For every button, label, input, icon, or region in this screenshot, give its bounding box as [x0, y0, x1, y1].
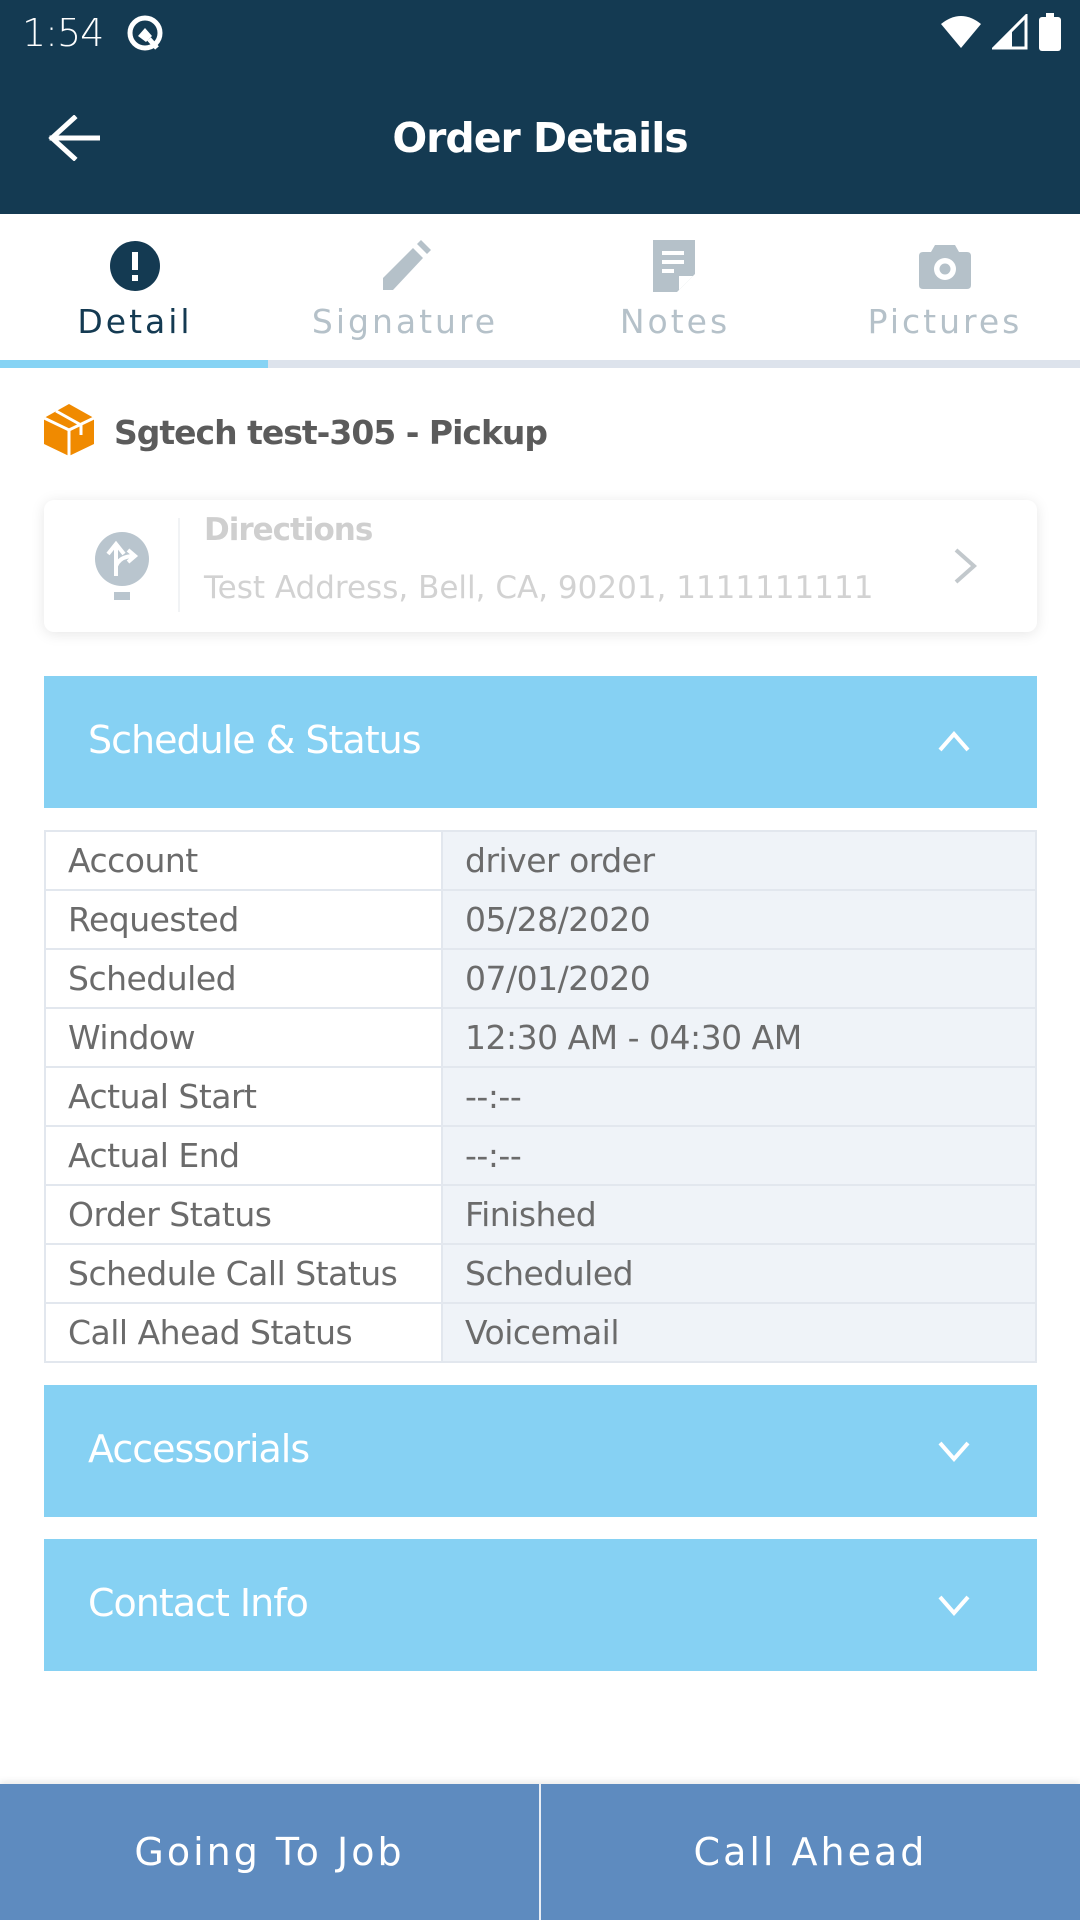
row-value: 05/28/2020 — [441, 889, 1037, 950]
row-value: Scheduled — [441, 1243, 1037, 1304]
row-label: Window — [44, 1007, 443, 1068]
section-contact-info[interactable]: Contact Info — [44, 1539, 1037, 1671]
row-value: Finished — [441, 1184, 1037, 1245]
tab-bar: Detail Signature Notes Pictures — [0, 214, 1080, 368]
table-row: Requested 05/28/2020 — [44, 889, 1037, 950]
tab-pictures[interactable]: Pictures — [810, 214, 1080, 360]
table-row: Call Ahead Status Voicemail — [44, 1302, 1037, 1363]
row-value: 12:30 AM - 04:30 AM — [441, 1007, 1037, 1068]
cell-signal-icon — [990, 11, 1028, 55]
order-header: Sgtech test-305 - Pickup — [43, 403, 548, 461]
table-row: Order Status Finished — [44, 1184, 1037, 1245]
chevron-right-icon — [950, 546, 980, 586]
table-row: Schedule Call Status Scheduled — [44, 1243, 1037, 1304]
app-notification-icon — [124, 12, 166, 54]
row-label: Order Status — [44, 1184, 443, 1245]
table-row: Scheduled 07/01/2020 — [44, 948, 1037, 1009]
tab-label: Notes — [619, 302, 731, 341]
app-bar: Order Details — [0, 66, 1080, 214]
row-label: Scheduled — [44, 948, 443, 1009]
tab-label: Detail — [77, 302, 193, 341]
call-ahead-button[interactable]: Call Ahead — [541, 1784, 1080, 1920]
camera-icon — [917, 238, 973, 294]
tab-track — [0, 360, 1080, 368]
row-label: Requested — [44, 889, 443, 950]
note-icon — [647, 238, 703, 294]
row-label: Actual End — [44, 1125, 443, 1186]
divider — [178, 518, 180, 612]
section-title: Accessorials — [88, 1427, 310, 1471]
directions-address: Test Address, Bell, CA, 90201, 111111111… — [204, 570, 874, 606]
status-bar: 1:54 — [0, 0, 1080, 66]
wifi-icon — [940, 14, 982, 55]
tab-detail[interactable]: Detail — [0, 214, 270, 360]
row-value: driver order — [441, 830, 1037, 891]
page-title: Order Details — [392, 114, 688, 162]
section-schedule-status[interactable]: Schedule & Status — [44, 676, 1037, 808]
order-title: Sgtech test-305 - Pickup — [114, 412, 548, 452]
schedule-status-table: Account driver order Requested 05/28/2020 … — [44, 830, 1037, 1363]
row-value: --:-- — [441, 1066, 1037, 1127]
row-value: 07/01/2020 — [441, 948, 1037, 1009]
chevron-up-icon — [937, 726, 971, 756]
row-label: Account — [44, 830, 443, 891]
bottom-action-bar: Going To Job Call Ahead — [0, 1784, 1080, 1920]
row-label: Schedule Call Status — [44, 1243, 443, 1304]
exclamation-circle-icon — [107, 238, 163, 294]
tab-notes[interactable]: Notes — [540, 214, 810, 360]
row-label: Actual Start — [44, 1066, 443, 1127]
section-title: Schedule & Status — [88, 718, 421, 762]
directions-card[interactable]: Directions Test Address, Bell, CA, 90201… — [44, 500, 1037, 632]
table-row: Account driver order — [44, 830, 1037, 891]
tab-signature[interactable]: Signature — [270, 214, 540, 360]
pencil-icon — [377, 238, 433, 294]
tab-label: Pictures — [867, 302, 1023, 341]
directions-label: Directions — [204, 512, 373, 548]
section-accessorials[interactable]: Accessorials — [44, 1385, 1037, 1517]
section-title: Contact Info — [88, 1581, 309, 1625]
package-icon — [43, 403, 95, 461]
tab-label: Signature — [311, 302, 499, 341]
going-to-job-button[interactable]: Going To Job — [0, 1784, 539, 1920]
row-value: Voicemail — [441, 1302, 1037, 1363]
table-row: Actual Start --:-- — [44, 1066, 1037, 1127]
tab-active-indicator — [0, 360, 268, 368]
battery-icon — [1038, 12, 1062, 56]
chevron-down-icon — [937, 1435, 971, 1465]
table-row: Actual End --:-- — [44, 1125, 1037, 1186]
table-row: Window 12:30 AM - 04:30 AM — [44, 1007, 1037, 1068]
directions-icon — [92, 532, 152, 604]
status-time: 1:54 — [22, 11, 104, 55]
chevron-down-icon — [937, 1589, 971, 1619]
row-value: --:-- — [441, 1125, 1037, 1186]
row-label: Call Ahead Status — [44, 1302, 443, 1363]
